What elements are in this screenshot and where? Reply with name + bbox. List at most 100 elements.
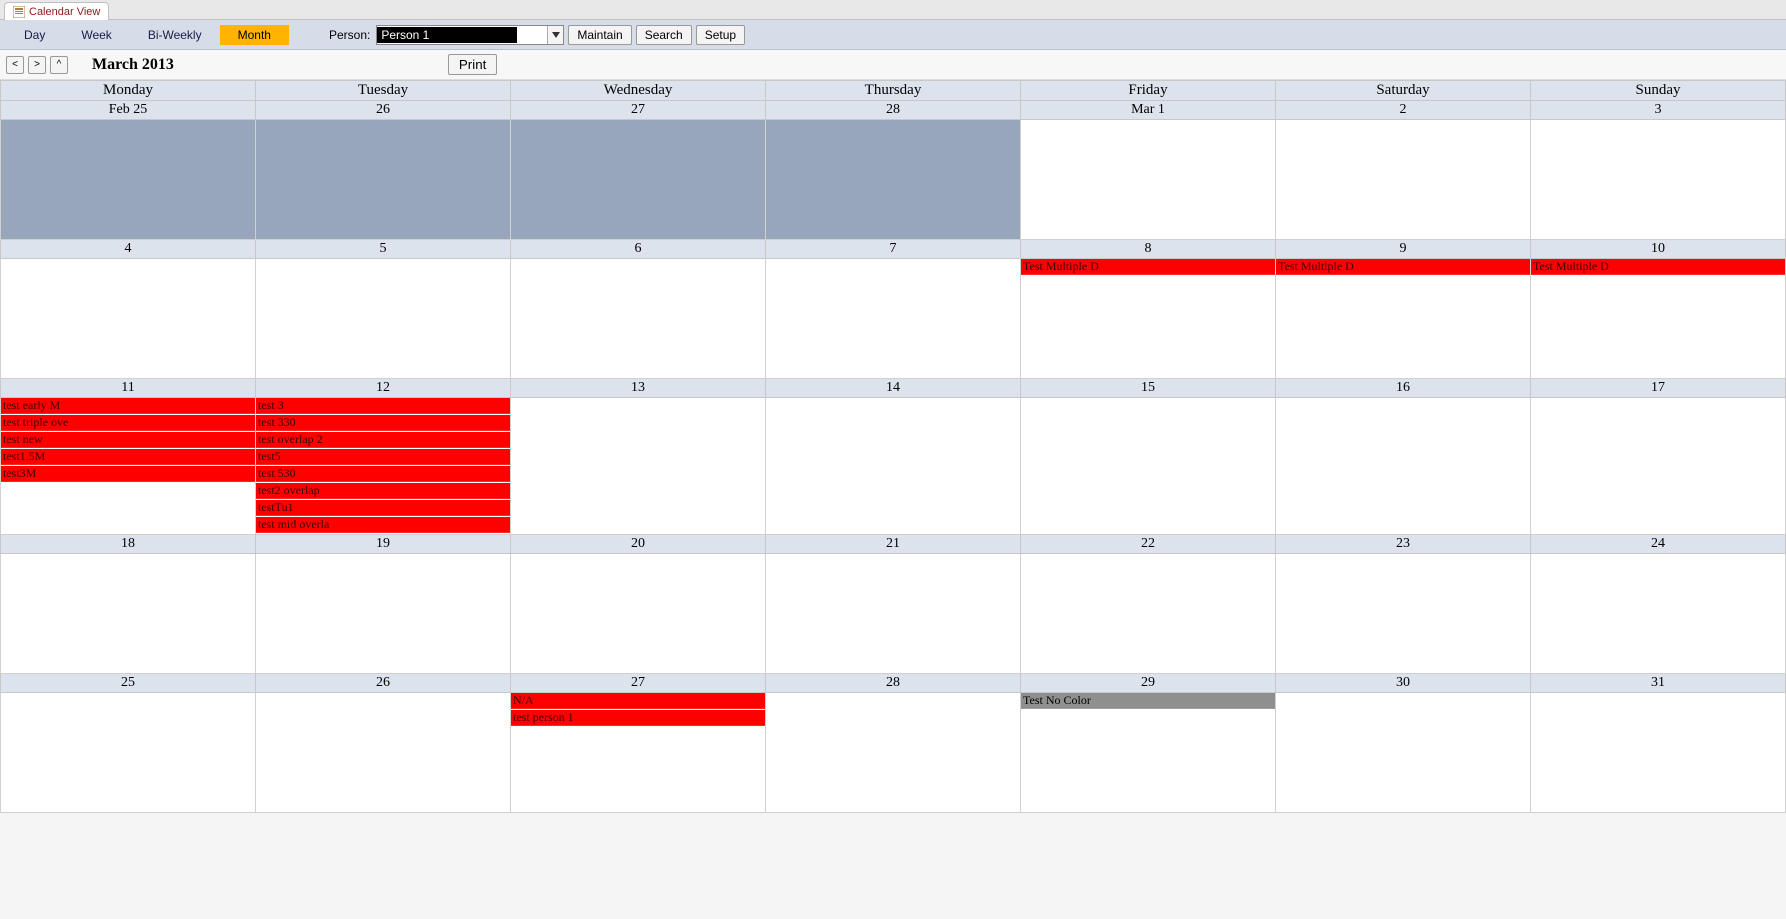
day-cell[interactable] [1,693,256,813]
date-header[interactable]: 28 [766,101,1021,120]
date-header[interactable]: Mar 1 [1021,101,1276,120]
calendar-event[interactable]: Test No Color [1021,693,1275,709]
date-header[interactable]: 10 [1531,240,1786,259]
print-button[interactable]: Print [448,54,497,75]
date-header[interactable]: 23 [1276,535,1531,554]
calendar-event[interactable]: N/A [511,693,765,709]
day-cell[interactable] [1021,120,1276,240]
calendar-event[interactable]: test mid overla [256,517,510,533]
day-cell[interactable] [766,398,1021,535]
calendar-event[interactable]: test5 [256,449,510,465]
day-cell[interactable] [1021,398,1276,535]
maintain-button[interactable]: Maintain [568,25,631,45]
day-cell[interactable] [1276,398,1531,535]
day-cell[interactable]: Test Multiple D [1021,259,1276,379]
date-header[interactable]: Feb 25 [1,101,256,120]
day-cell[interactable] [766,120,1021,240]
date-header[interactable]: 9 [1276,240,1531,259]
date-header[interactable]: 13 [511,379,766,398]
calendar-event[interactable]: test overlap 2 [256,432,510,448]
setup-button[interactable]: Setup [696,25,745,45]
day-cell[interactable] [511,120,766,240]
date-header[interactable]: 27 [511,674,766,693]
view-week-button[interactable]: Week [63,25,129,45]
day-cell[interactable]: N/Atest person 1 [511,693,766,813]
date-header[interactable]: 26 [256,674,511,693]
date-header[interactable]: 29 [1021,674,1276,693]
date-header[interactable]: 28 [766,674,1021,693]
date-header[interactable]: 16 [1276,379,1531,398]
view-biweekly-button[interactable]: Bi-Weekly [130,25,220,45]
date-header[interactable]: 2 [1276,101,1531,120]
day-cell[interactable] [1,120,256,240]
date-header[interactable]: 3 [1531,101,1786,120]
day-cell[interactable] [1276,120,1531,240]
day-cell[interactable]: Test Multiple D [1531,259,1786,379]
day-cell[interactable] [1531,554,1786,674]
day-cell[interactable] [256,120,511,240]
date-header[interactable]: 20 [511,535,766,554]
day-cell[interactable] [511,398,766,535]
date-header[interactable]: 17 [1531,379,1786,398]
date-header[interactable]: 7 [766,240,1021,259]
calendar-event[interactable]: test new [1,432,255,448]
day-cell[interactable] [766,259,1021,379]
date-header[interactable]: 31 [1531,674,1786,693]
date-header[interactable]: 4 [1,240,256,259]
view-month-button[interactable]: Month [220,25,289,45]
calendar-event[interactable]: test triple ove [1,415,255,431]
calendar-event[interactable]: test 530 [256,466,510,482]
calendar-event[interactable]: test1.5M [1,449,255,465]
calendar-event[interactable]: test 3 [256,398,510,414]
date-header[interactable]: 27 [511,101,766,120]
date-header[interactable]: 18 [1,535,256,554]
day-cell[interactable] [766,554,1021,674]
date-header[interactable]: 5 [256,240,511,259]
day-cell[interactable] [1,554,256,674]
day-cell[interactable]: Test No Color [1021,693,1276,813]
person-select-input[interactable] [377,27,517,43]
chevron-down-icon[interactable] [547,26,563,44]
calendar-event[interactable]: Test Multiple D [1276,259,1530,275]
day-cell[interactable] [256,259,511,379]
view-day-button[interactable]: Day [6,25,63,45]
date-header[interactable]: 11 [1,379,256,398]
calendar-event[interactable]: test early M [1,398,255,414]
day-cell[interactable] [1,259,256,379]
day-cell[interactable] [1531,120,1786,240]
day-cell[interactable] [256,554,511,674]
calendar-event[interactable]: testTu1 [256,500,510,516]
search-button[interactable]: Search [636,25,692,45]
date-header[interactable]: 19 [256,535,511,554]
person-select[interactable] [376,25,564,45]
calendar-event[interactable]: test person 1 [511,710,765,726]
calendar-event[interactable]: test3M [1,466,255,482]
next-button[interactable]: > [28,56,46,74]
date-header[interactable]: 21 [766,535,1021,554]
today-button[interactable]: ^ [50,56,68,74]
day-cell[interactable]: test early Mtest triple ovetest newtest1… [1,398,256,535]
date-header[interactable]: 6 [511,240,766,259]
day-cell[interactable] [256,693,511,813]
date-header[interactable]: 30 [1276,674,1531,693]
day-cell[interactable] [511,259,766,379]
date-header[interactable]: 24 [1531,535,1786,554]
calendar-event[interactable]: Test Multiple D [1531,259,1785,275]
date-header[interactable]: 14 [766,379,1021,398]
date-header[interactable]: 22 [1021,535,1276,554]
calendar-event[interactable]: test2 overlap [256,483,510,499]
day-cell[interactable] [1276,693,1531,813]
date-header[interactable]: 25 [1,674,256,693]
day-cell[interactable] [766,693,1021,813]
day-cell[interactable] [511,554,766,674]
calendar-event[interactable]: Test Multiple D [1021,259,1275,275]
tab-calendar-view[interactable]: Calendar View [4,2,109,20]
day-cell[interactable] [1276,554,1531,674]
date-header[interactable]: 15 [1021,379,1276,398]
day-cell[interactable]: test 3test 330test overlap 2test5test 53… [256,398,511,535]
date-header[interactable]: 26 [256,101,511,120]
date-header[interactable]: 8 [1021,240,1276,259]
date-header[interactable]: 12 [256,379,511,398]
day-cell[interactable] [1021,554,1276,674]
day-cell[interactable] [1531,398,1786,535]
